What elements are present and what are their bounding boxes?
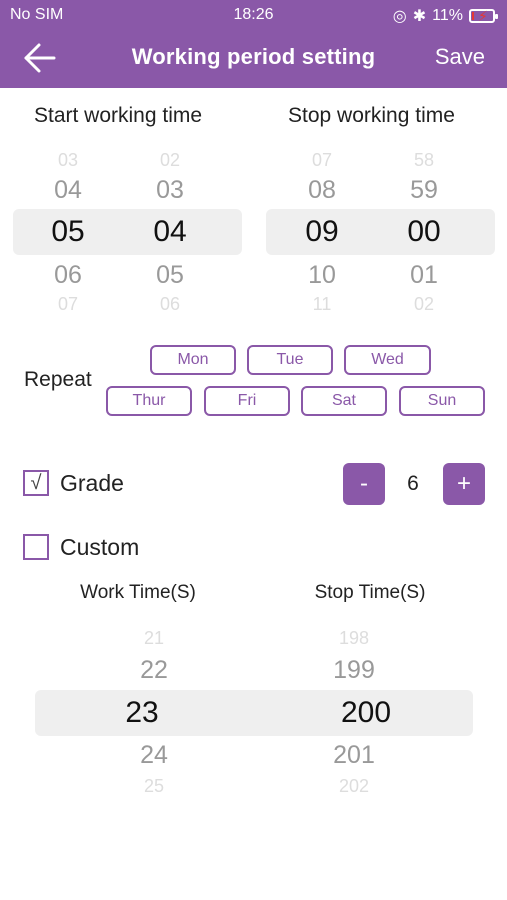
wheel-value: 02 [159, 150, 181, 170]
grade-label: Grade [60, 470, 124, 496]
grade-increment-button[interactable]: + [443, 463, 485, 505]
wheel-value: 25 [143, 776, 165, 796]
day-toggle-thur[interactable]: Thur [106, 386, 192, 416]
wheel-value: 198 [338, 628, 370, 648]
stop-time-title: Stop working time [288, 104, 455, 127]
grade-decrement-button[interactable]: - [343, 463, 385, 505]
battery-icon: ⚡ [469, 8, 498, 24]
start-hour-wheel[interactable]: 03 04 05 06 07 [28, 150, 108, 314]
wheel-value: 11 [312, 294, 332, 314]
day-toggle-wed[interactable]: Wed [344, 345, 431, 375]
wheel-value: 03 [156, 176, 184, 204]
stop-time-wheel[interactable]: 198 199 200 201 202 [304, 628, 404, 798]
wheel-value: 58 [413, 150, 435, 170]
wheel-value: 01 [410, 261, 438, 289]
bluetooth-icon: ✱ [412, 8, 427, 25]
stop-minute-wheel[interactable]: 58 59 00 01 02 [384, 150, 464, 314]
wheel-value: 202 [338, 776, 370, 796]
start-minute-wheel[interactable]: 02 03 04 05 06 [130, 150, 210, 314]
day-toggle-fri[interactable]: Fri [204, 386, 290, 416]
wheel-value: 07 [311, 150, 333, 170]
stop-time-selected: 200 [340, 696, 392, 729]
wheel-value: 22 [140, 656, 168, 684]
day-toggle-sun[interactable]: Sun [399, 386, 485, 416]
day-toggle-tue[interactable]: Tue [247, 345, 333, 375]
stop-time-seconds-title: Stop Time(S) [314, 582, 426, 603]
work-time-wheel[interactable]: 21 22 23 24 25 [104, 628, 204, 798]
stop-hour-wheel[interactable]: 07 08 09 10 11 [282, 150, 362, 314]
start-time-title: Start working time [34, 104, 203, 127]
start-minute-selected: 04 [153, 215, 187, 248]
charging-icon: ⚡ [478, 8, 488, 24]
battery-fill [472, 12, 474, 20]
app-header: No SIM 18:26 ◎ ✱ 11% ⚡ Working period se… [0, 0, 507, 88]
work-time-title: Work Time(S) [80, 582, 196, 603]
save-button[interactable]: Save [435, 44, 485, 70]
start-hour-selected: 05 [51, 215, 85, 248]
custom-label: Custom [60, 534, 140, 560]
battery-percent: 11% [432, 7, 463, 24]
stop-hour-selected: 09 [305, 215, 339, 248]
wheel-value: 21 [143, 628, 165, 648]
grade-checkbox[interactable]: √ [23, 470, 49, 496]
custom-checkbox[interactable] [23, 534, 49, 560]
wheel-value: 06 [159, 294, 181, 314]
wheel-value: 24 [140, 741, 168, 769]
wheel-value: 201 [333, 741, 375, 769]
wheel-value: 06 [54, 261, 82, 289]
wheel-value: 02 [413, 294, 435, 314]
day-toggle-sat[interactable]: Sat [301, 386, 387, 416]
wheel-value: 03 [57, 150, 79, 170]
day-toggle-mon[interactable]: Mon [150, 345, 236, 375]
wheel-value: 10 [308, 261, 336, 289]
wheel-value: 07 [57, 294, 79, 314]
grade-value: 6 [407, 472, 419, 495]
status-bar: No SIM 18:26 ◎ ✱ 11% ⚡ [0, 0, 507, 30]
page-title: Working period setting [131, 44, 376, 69]
repeat-label: Repeat [24, 368, 92, 391]
status-right: ◎ ✱ 11% ⚡ [392, 6, 498, 26]
work-time-selected: 23 [125, 696, 159, 729]
wheel-value: 04 [54, 176, 82, 204]
wheel-value: 08 [308, 176, 336, 204]
wheel-value: 199 [333, 656, 375, 684]
wheel-value: 05 [156, 261, 184, 289]
wheel-value: 59 [410, 176, 438, 204]
orientation-lock-icon: ◎ [392, 8, 407, 25]
stop-minute-selected: 00 [407, 215, 441, 248]
